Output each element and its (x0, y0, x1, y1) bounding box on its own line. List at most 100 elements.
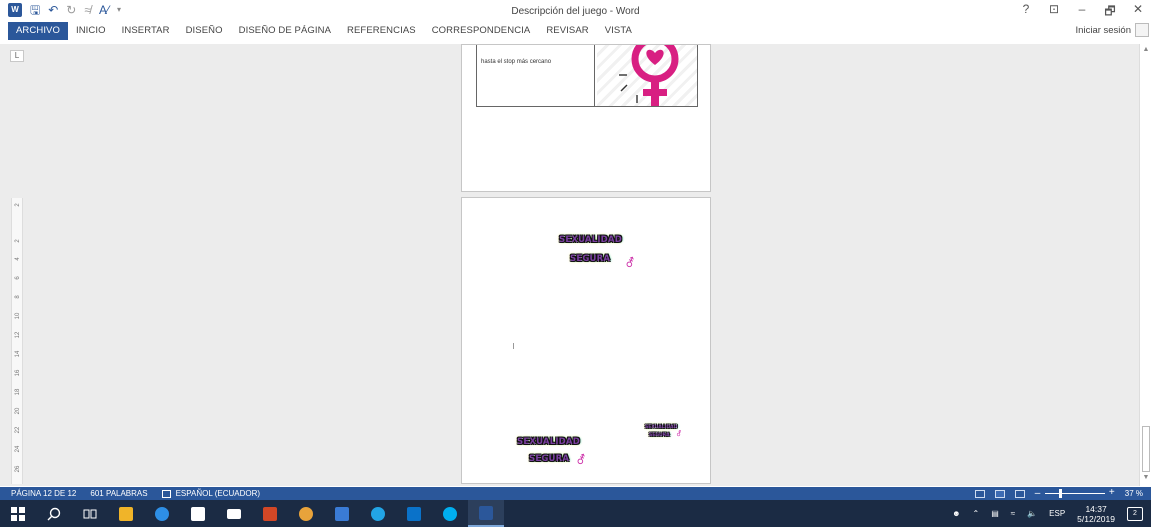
vruler-tick: 2 (15, 239, 21, 243)
vertical-ruler: L 2 2 4 6 8 10 12 14 16 18 20 22 24 26 (8, 46, 26, 484)
vruler-tick: 18 (15, 388, 21, 396)
clock[interactable]: 14:37 5/12/2019 (1077, 504, 1115, 524)
tab-vista[interactable]: VISTA (597, 22, 640, 40)
scroll-thumb[interactable] (1142, 426, 1150, 472)
vruler-tick: 2 (15, 203, 21, 207)
document-table[interactable]: hasta el stop más cercano (476, 45, 698, 107)
zoom-level[interactable]: 37 % (1125, 489, 1143, 498)
vruler-tick: 14 (15, 350, 21, 358)
wordart-bottom-line2[interactable]: SEGURA (529, 454, 569, 464)
input-language[interactable]: ESP (1049, 509, 1065, 518)
ribbon-display-icon[interactable]: ⊡ (1047, 2, 1061, 23)
help-icon[interactable]: ? (1019, 2, 1033, 23)
redo-icon[interactable]: ↻ (66, 3, 76, 17)
tab-diseno[interactable]: DISEÑO (178, 22, 231, 40)
tab-selector[interactable]: L (10, 50, 24, 62)
page-12[interactable]: SEXUALIDAD SEGURA ⚦ SEXUALIDAD SEGURA ⚦ … (461, 197, 711, 484)
task-view-button[interactable] (72, 500, 108, 527)
scroll-down-icon[interactable]: ▼ (1142, 474, 1150, 481)
proofing-icon[interactable] (161, 489, 171, 498)
wordart-bottom-line1[interactable]: SEXUALIDAD (517, 437, 580, 447)
minimize-button[interactable]: – (1075, 2, 1089, 23)
save-icon[interactable]: 🖫 (30, 3, 40, 17)
system-tray: ☻ ⌃ ▤ ≈ 🔈 ESP 14:37 5/12/2019 2 (952, 500, 1151, 527)
zoom-in-button[interactable]: + (1109, 487, 1115, 498)
outlook-button[interactable] (396, 500, 432, 527)
language-indicator[interactable]: ESPAÑOL (ECUADOR) (161, 489, 260, 498)
page-indicator[interactable]: PÁGINA 12 DE 12 (11, 489, 76, 498)
chrome-button[interactable] (288, 500, 324, 527)
vruler-tick: 6 (15, 276, 21, 280)
file-explorer-button[interactable] (108, 500, 144, 527)
female-symbol-image[interactable] (597, 45, 697, 106)
volume-icon[interactable]: 🔈 (1027, 509, 1037, 518)
restore-button[interactable]: 🗗 (1103, 2, 1117, 23)
search-button[interactable] (36, 500, 72, 527)
task-view-icon (83, 509, 97, 518)
wordart-title-line1[interactable]: SEXUALIDAD (559, 235, 622, 245)
word-count[interactable]: 601 PALABRAS (90, 489, 147, 498)
close-button[interactable]: ✕ (1131, 2, 1145, 23)
vruler-tick: 10 (15, 312, 21, 320)
tab-revisar[interactable]: REVISAR (538, 22, 596, 40)
account-avatar[interactable] (1135, 23, 1149, 37)
wifi-icon[interactable]: ≈ (1011, 509, 1015, 518)
web-layout-icon[interactable] (1014, 489, 1025, 498)
quick-access-toolbar: W 🖫 ↶ ↻ ≉ A⁄ ▾ (8, 3, 121, 17)
vertical-scrollbar[interactable]: ▲ ▼ (1139, 44, 1151, 486)
tab-diseno-de-pagina[interactable]: DISEÑO DE PÁGINA (231, 22, 339, 40)
vruler-tick: 20 (15, 407, 21, 415)
zoom-out-button[interactable]: – (1035, 488, 1041, 499)
mail-icon (227, 508, 241, 519)
read-mode-icon[interactable] (974, 489, 985, 498)
app-icon (335, 506, 349, 521)
mail-button[interactable] (216, 500, 252, 527)
powerpoint-icon (263, 506, 277, 521)
show-hidden-icons[interactable]: ⌃ (973, 509, 980, 518)
tab-referencias[interactable]: REFERENCIAS (339, 22, 424, 40)
undo-icon[interactable]: ↶ (48, 3, 58, 17)
print-layout-icon[interactable] (994, 489, 1005, 498)
customize-qat-icon[interactable]: ▾ (117, 3, 121, 17)
clock-time: 14:37 (1085, 503, 1107, 514)
taskbar-apps (0, 500, 504, 527)
notifications-icon[interactable]: 2 (1127, 506, 1143, 521)
sign-in-link[interactable]: Iniciar sesión (1076, 25, 1131, 36)
format-painter-icon[interactable]: ≉ (84, 3, 91, 17)
powerpoint-button[interactable] (252, 500, 288, 527)
tab-archivo[interactable]: ARCHIVO (8, 22, 68, 40)
folder-icon (119, 506, 133, 521)
network-icon[interactable]: ▤ (991, 509, 999, 518)
tab-correspondencia[interactable]: CORRESPONDENCIA (424, 22, 539, 40)
spelling-icon[interactable]: A⁄ (99, 3, 109, 17)
window-title: Descripción del juego - Word (511, 6, 640, 17)
zoom-track (1044, 493, 1105, 494)
table-cell-text[interactable]: hasta el stop más cercano (481, 59, 551, 65)
tab-insertar[interactable]: INSERTAR (114, 22, 178, 40)
zoom-slider[interactable]: – + (1035, 487, 1115, 499)
vruler-tick: 26 (15, 465, 21, 473)
vruler-tick: 22 (15, 426, 21, 434)
store-button[interactable] (180, 500, 216, 527)
wordart-small-line1[interactable]: SEXUALIDAD (645, 425, 677, 430)
app-blue-button[interactable] (324, 500, 360, 527)
edge-button[interactable] (144, 500, 180, 527)
people-icon[interactable]: ☻ (952, 509, 960, 518)
page-11[interactable]: hasta el stop más cercano (461, 44, 711, 192)
wordart-title-line2[interactable]: SEGURA (570, 254, 610, 264)
zoom-thumb[interactable] (1058, 489, 1062, 498)
app-cyan-button[interactable] (360, 500, 396, 527)
chrome-icon (299, 506, 313, 521)
scroll-up-icon[interactable]: ▲ (1142, 46, 1150, 53)
word-app-icon[interactable]: W (8, 3, 22, 17)
wordart-small-line2[interactable]: SEGURA (649, 433, 670, 438)
start-button[interactable] (0, 500, 36, 527)
tab-inicio[interactable]: INICIO (68, 22, 114, 40)
vruler-tick: 8 (15, 295, 21, 299)
edge-icon (155, 506, 169, 521)
skype-button[interactable] (432, 500, 468, 527)
outlook-icon (407, 506, 421, 521)
document-workspace[interactable]: L 2 2 4 6 8 10 12 14 16 18 20 22 24 26 2 (0, 44, 1151, 486)
word-taskbar-button[interactable] (468, 500, 504, 527)
skype-icon (443, 506, 457, 521)
